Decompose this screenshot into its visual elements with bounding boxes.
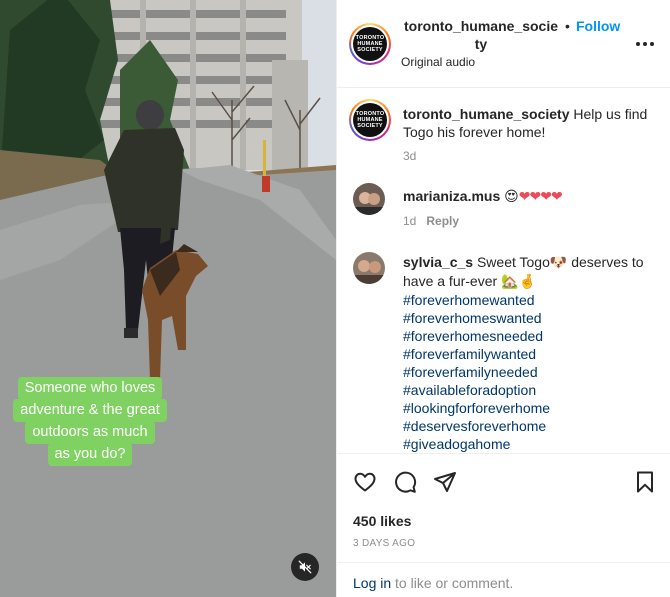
save-button[interactable]	[633, 470, 657, 494]
video-caption: Someone who loves adventure & the great …	[0, 377, 180, 466]
avatar[interactable]: TORONTO HUMANE SOCIETY	[349, 99, 391, 141]
login-prompt-text: to like or comment.	[391, 575, 514, 591]
hashtag-link[interactable]: #availableforadoption	[403, 381, 661, 399]
caption-line: adventure & the great	[13, 399, 167, 422]
caption-line: outdoors as much	[25, 421, 155, 444]
comments-list[interactable]: TORONTO HUMANE SOCIETY toronto_humane_so…	[337, 89, 670, 453]
share-icon	[434, 472, 456, 492]
caption-time[interactable]: 3d	[403, 149, 661, 163]
post-date: 3 DAYS AGO	[353, 538, 416, 549]
post-header: TORONTO HUMANE SOCIETY toronto_humane_so…	[337, 0, 670, 88]
heart-icon	[354, 472, 376, 492]
user-photo	[353, 183, 385, 215]
comment-text: Sweet Togo	[473, 254, 550, 270]
hashtag-link[interactable]: #giveadogahome	[403, 435, 661, 453]
login-link[interactable]: Log in	[353, 575, 391, 591]
follow-button[interactable]: Follow	[576, 17, 620, 35]
hashtag-link[interactable]: #deservesforeverhome	[403, 417, 661, 435]
humane-society-logo: TORONTO HUMANE SOCIETY	[353, 103, 387, 137]
likes-count[interactable]: 450 likes	[353, 513, 411, 529]
hashtag-link[interactable]: #foreverfamilyneeded	[403, 363, 661, 381]
bookmark-icon	[637, 471, 653, 493]
more-options-button[interactable]	[633, 34, 657, 54]
avatar[interactable]	[353, 183, 385, 215]
hearts-emoji: ❤❤❤❤	[518, 189, 563, 205]
avatar[interactable]	[353, 252, 385, 284]
reply-button[interactable]: Reply	[426, 214, 459, 228]
caption-line: Someone who loves	[17, 377, 163, 400]
hashtag-link[interactable]: #lookingforforeverhome	[403, 399, 661, 417]
audio-link[interactable]: Original audio	[401, 55, 475, 69]
mute-button[interactable]	[291, 553, 319, 581]
comment-username[interactable]: sylvia_c_s	[403, 254, 473, 270]
hashtag-link[interactable]: #foreverhomeswanted	[403, 309, 661, 327]
comment-username[interactable]: marianiza.mus	[403, 188, 500, 204]
humane-society-logo: TORONTO HUMANE SOCIETY	[353, 27, 387, 61]
dog-emoji: 🐶	[549, 255, 568, 271]
username-link[interactable]: toronto_humane_socie ty	[401, 17, 561, 53]
post-panel: TORONTO HUMANE SOCIETY toronto_humane_so…	[336, 0, 670, 597]
post-actions: 450 likes 3 DAYS AGO Log in to like or c…	[337, 453, 670, 597]
comment-time[interactable]: 1d	[403, 214, 416, 228]
caption-username[interactable]: toronto_humane_society	[403, 106, 569, 122]
hashtag-link[interactable]: #foreverhomesneeded	[403, 327, 661, 345]
hashtag-link[interactable]: #foreverhomewanted	[403, 291, 661, 309]
speaker-muted-icon	[298, 560, 312, 574]
comment-button[interactable]	[393, 470, 417, 494]
share-button[interactable]	[433, 470, 457, 494]
video-frame	[0, 0, 336, 597]
video-player[interactable]: Someone who loves adventure & the great …	[0, 0, 336, 597]
heart-eyes-emoji: 😍	[504, 189, 519, 205]
avatar[interactable]: TORONTO HUMANE SOCIETY	[349, 23, 391, 65]
separator-dot: •	[565, 18, 570, 34]
comment-icon	[395, 471, 417, 493]
caption-line: as you do?	[47, 443, 133, 466]
ellipsis-icon	[636, 42, 654, 46]
hashtag-link[interactable]: #foreverfamilywanted	[403, 345, 661, 363]
like-button[interactable]	[353, 470, 377, 494]
login-prompt: Log in to like or comment.	[337, 562, 670, 597]
user-photo	[353, 252, 385, 284]
house-crossed-fingers-emoji: 🏡🤞	[501, 274, 536, 290]
